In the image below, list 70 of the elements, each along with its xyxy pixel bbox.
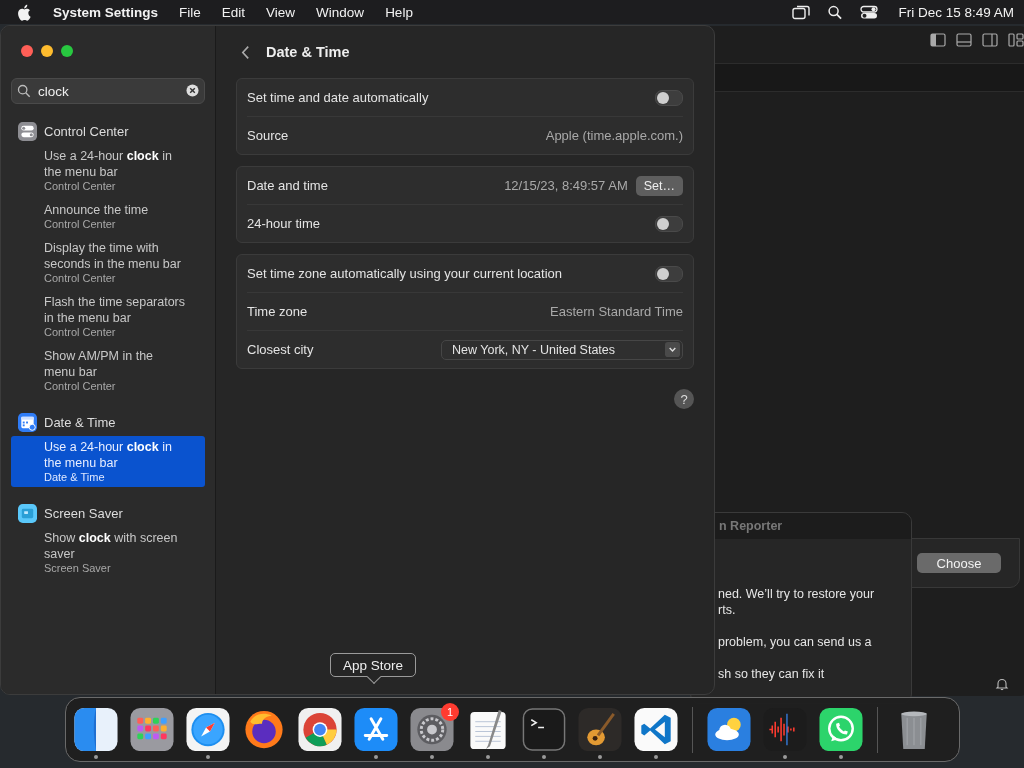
notification-badge: 1 bbox=[441, 702, 459, 721]
message-text: rts. bbox=[718, 602, 737, 618]
a-shape-icon[interactable] bbox=[354, 707, 398, 751]
menu-item[interactable]: View bbox=[266, 4, 296, 20]
toggle-switch[interactable] bbox=[655, 265, 683, 282]
search-result[interactable]: Use a 24-hour clock in the menu bar Control Center bbox=[11, 145, 205, 196]
set-button[interactable]: Set… bbox=[635, 175, 683, 196]
zoom-button[interactable] bbox=[61, 45, 73, 57]
toggle-switch[interactable] bbox=[655, 89, 683, 106]
bottom-panel-layout-icon[interactable] bbox=[956, 33, 972, 47]
setting-value: Eastern Standard Time bbox=[550, 304, 683, 319]
bell-icon[interactable] bbox=[995, 677, 1009, 691]
screen-icon bbox=[18, 503, 37, 523]
date-time-value: 12/15/23, 8:49:57 AM bbox=[504, 178, 628, 193]
page-title: Date & Time bbox=[266, 44, 350, 60]
search-result[interactable]: Announce the time Control Center bbox=[11, 199, 205, 234]
window-title: n Reporter bbox=[719, 519, 783, 533]
setting-label: Set time zone automatically using your current location bbox=[247, 266, 564, 281]
app-menu[interactable]: System Settings bbox=[53, 4, 159, 20]
split-layout-icon[interactable] bbox=[982, 33, 998, 47]
setting-value: Apple (time.apple.com.) bbox=[545, 128, 683, 143]
choose-button[interactable]: Choose bbox=[917, 553, 1001, 573]
gear-icon[interactable] bbox=[410, 707, 454, 751]
ribbon-icon[interactable] bbox=[634, 707, 678, 751]
minimize-button[interactable] bbox=[41, 45, 53, 57]
calendar-icon bbox=[18, 412, 37, 432]
toggle-switch[interactable] bbox=[655, 215, 683, 232]
help-button[interactable]: ? bbox=[674, 389, 694, 409]
search-icon bbox=[17, 84, 31, 98]
menu-item[interactable]: Edit bbox=[221, 4, 246, 20]
app-grid-icon[interactable] bbox=[130, 707, 174, 751]
toggles-icon bbox=[18, 121, 37, 141]
city-dropdown[interactable]: New York, NY - United States bbox=[441, 339, 683, 360]
search-result[interactable]: Show AM/PM in the menu bar Control Center bbox=[11, 345, 205, 396]
toggles-icon[interactable] bbox=[860, 4, 879, 20]
category-title[interactable]: Control Center bbox=[44, 123, 129, 139]
menu-bar-clock[interactable]: Fri Dec 15 8:49 AM bbox=[898, 4, 1014, 20]
search-result[interactable]: Use a 24-hour clock in the menu bar Date & Time bbox=[11, 436, 205, 487]
two-tone-square-icon[interactable] bbox=[74, 707, 118, 751]
setting-label: Date and time bbox=[247, 178, 329, 193]
clear-icon[interactable] bbox=[186, 84, 199, 97]
setting-label: 24-hour time bbox=[247, 216, 321, 231]
guitar-icon[interactable] bbox=[578, 707, 622, 751]
search-result[interactable]: Show clock with screen saver Screen Saver bbox=[11, 527, 205, 578]
menu-item[interactable]: Window bbox=[316, 4, 365, 20]
chevron-down-icon bbox=[665, 342, 680, 357]
category-title[interactable]: Screen Saver bbox=[44, 505, 123, 521]
search-result[interactable]: Flash the time separators in the menu bar Control Center bbox=[11, 291, 205, 342]
back-icon[interactable] bbox=[241, 44, 250, 60]
setting-label: Set time and date automatically bbox=[247, 90, 430, 105]
windows-icon[interactable] bbox=[792, 4, 811, 20]
compass-icon[interactable] bbox=[186, 707, 230, 751]
message-text: problem, you can send us a bbox=[718, 634, 873, 650]
close-button[interactable] bbox=[21, 45, 33, 57]
sidebar-layout-icon[interactable] bbox=[930, 33, 946, 47]
terminal-icon[interactable] bbox=[522, 707, 566, 751]
setting-label: Closest city bbox=[247, 342, 315, 357]
search-result[interactable]: Display the time with seconds in the menu bar Control Center bbox=[11, 237, 205, 288]
menu-item[interactable]: Help bbox=[385, 4, 413, 20]
category-title[interactable]: Date & Time bbox=[44, 414, 116, 430]
setting-label: Source bbox=[247, 128, 290, 143]
custom-layout-icon[interactable] bbox=[1008, 33, 1024, 47]
message-text: ned. We’ll try to restore your bbox=[718, 586, 876, 602]
chat-bubble-icon[interactable] bbox=[819, 707, 863, 751]
setting-label: Time zone bbox=[247, 304, 309, 319]
menu-item[interactable]: File bbox=[179, 4, 201, 20]
message-text: sh so they can fix it bbox=[718, 666, 826, 682]
cloud-sun-icon[interactable] bbox=[707, 707, 751, 751]
search-field[interactable]: clock bbox=[11, 78, 205, 104]
apple-icon[interactable] bbox=[18, 3, 33, 21]
